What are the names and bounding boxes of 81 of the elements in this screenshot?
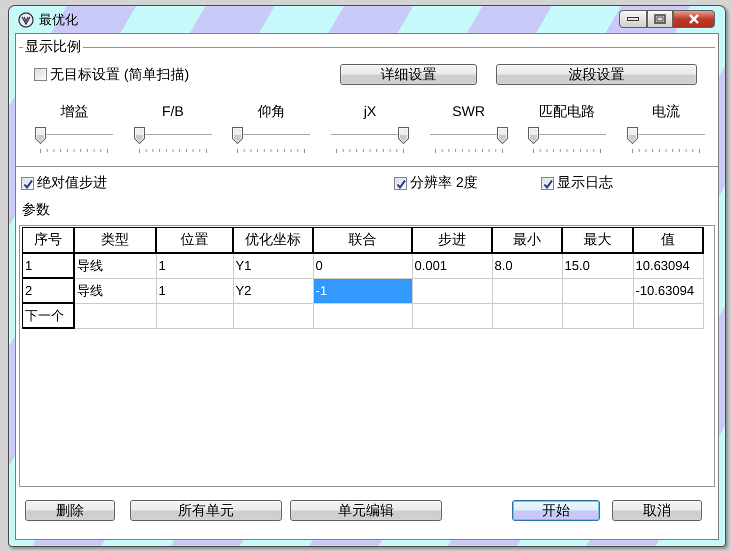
slider-thumb[interactable] [232,127,244,144]
slider-track[interactable] [331,127,410,145]
table-cell[interactable] [492,278,562,303]
action-button[interactable]: 开始 [512,500,600,521]
row-header[interactable]: 1 [22,253,74,278]
window-title: 最优化 [39,10,79,28]
minimize-button[interactable] [619,10,647,28]
table-cell[interactable] [156,303,233,328]
table-cell[interactable]: Y2 [233,278,313,303]
checkbox[interactable] [34,68,47,81]
checkbox[interactable] [394,176,407,190]
slider-thumb[interactable] [528,127,540,144]
table-cell[interactable] [562,303,633,328]
slider-track[interactable] [35,127,114,145]
slider-track[interactable] [232,127,310,145]
table-cell[interactable] [492,303,562,328]
column-header[interactable]: 优化坐标 [233,228,313,253]
table-cell[interactable]: 1 [156,278,233,303]
checkbox-label: 显示日志 [557,174,613,192]
slider-label: 仰角 [257,103,286,121]
column-header[interactable]: 最小 [492,228,562,253]
settings-button[interactable]: 波段设置 [496,64,697,85]
settings-button[interactable]: 详细设置 [340,64,477,85]
table-cell[interactable]: 导线 [74,253,156,278]
table-cell[interactable]: 10.63094 [633,253,703,278]
maximize-icon [654,14,666,24]
column-header[interactable]: 联合 [313,228,412,253]
table-cell[interactable]: 8.0 [492,253,562,278]
slider-track[interactable] [528,127,606,145]
close-button[interactable] [673,10,715,28]
table-cell[interactable]: 15.0 [562,253,633,278]
table-cell[interactable] [313,303,412,328]
column-header[interactable]: 类型 [74,228,156,253]
table-cell[interactable]: 0 [313,253,412,278]
table-cell[interactable]: 导线 [74,278,156,303]
row-header[interactable]: 2 [22,278,74,303]
column-header[interactable]: 序号 [22,228,74,253]
table-cell[interactable]: 0.001 [412,253,492,278]
table-cell[interactable]: -10.63094 [633,278,703,303]
slider-label: F/B [162,103,184,121]
row-header[interactable]: 下一个 [22,303,74,328]
action-button[interactable]: 单元编辑 [290,500,442,521]
checkbox-label: 绝对值步进 [37,174,107,192]
slider-thumb[interactable] [496,127,508,144]
app-icon [18,12,34,28]
slider-label: SWR [452,103,485,121]
column-header[interactable]: 位置 [156,228,233,253]
minimize-icon [627,16,639,22]
action-button[interactable]: 删除 [25,500,115,521]
slider-thumb[interactable] [35,127,46,144]
checkbox-label: 分辨率 2度 [410,174,478,192]
table-cell[interactable] [562,278,633,303]
slider-track[interactable] [626,127,705,145]
table-cell[interactable] [233,303,313,328]
slider-label: 电流 [652,103,680,121]
action-button[interactable]: 所有单元 [130,500,282,521]
slider-thumb[interactable] [398,127,410,144]
slider-thumb[interactable] [134,127,145,144]
table-cell[interactable] [633,303,703,328]
slider-thumb[interactable] [626,127,638,144]
slider-label: 增益 [60,103,88,121]
table-cell[interactable] [74,303,156,328]
checkbox[interactable] [21,176,34,190]
slider-label: jX [364,103,376,121]
table-cell[interactable] [412,278,492,303]
table-cell[interactable]: 1 [156,253,233,278]
column-header[interactable]: 值 [633,228,703,253]
checkbox[interactable] [541,176,554,190]
slider-label: 匹配电路 [539,103,596,121]
checkbox-label: 无目标设置 (简单扫描) [50,66,190,84]
column-header[interactable]: 步进 [412,228,492,253]
table-cell[interactable] [412,303,492,328]
table-cell[interactable]: Y1 [233,253,313,278]
action-button[interactable]: 取消 [612,500,702,521]
close-icon [688,14,700,24]
maximize-button[interactable] [647,10,673,28]
slider-track[interactable] [134,127,212,145]
group-title: 显示比例 [24,38,82,56]
slider-track[interactable] [430,127,508,145]
section-label: 参数 [22,201,51,219]
column-header[interactable]: 最大 [562,228,633,253]
